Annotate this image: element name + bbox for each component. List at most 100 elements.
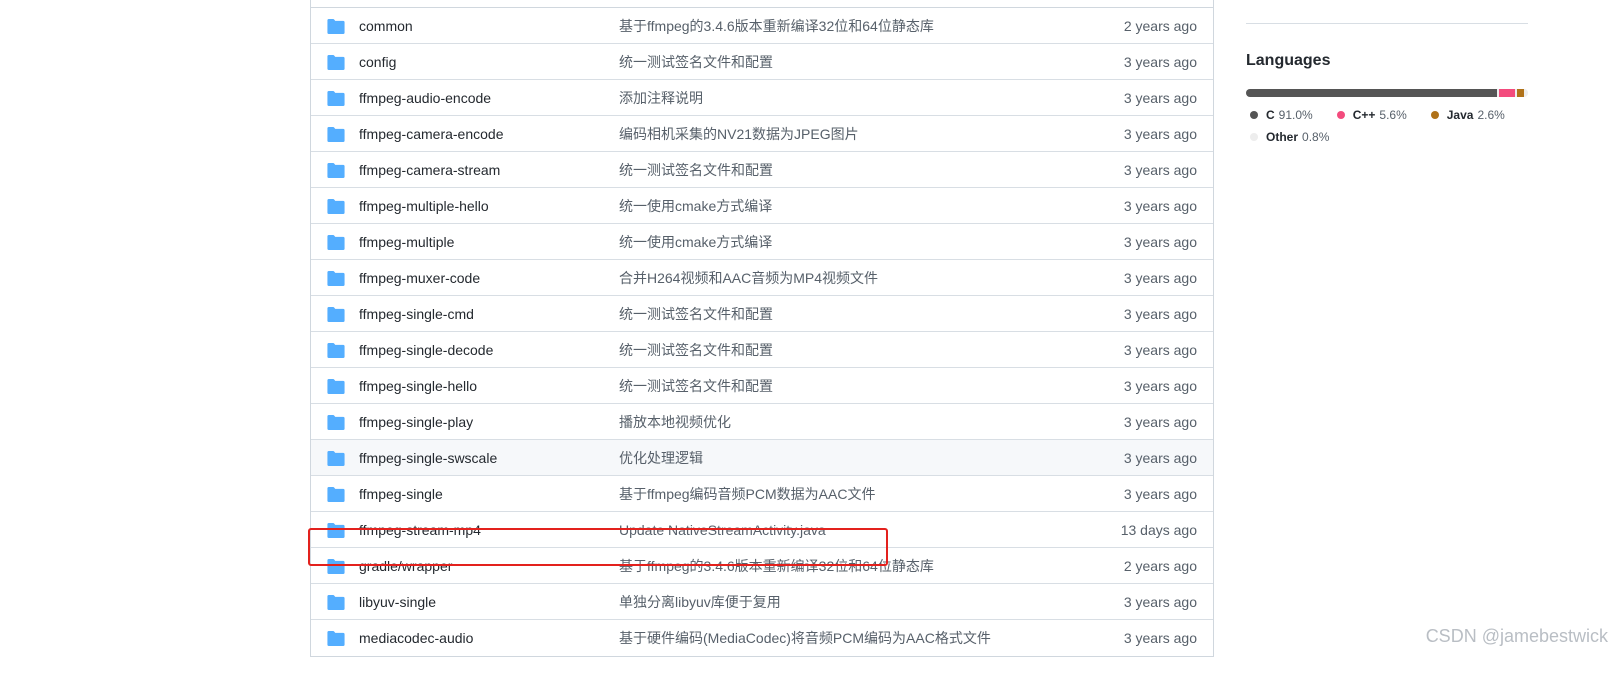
file-name-link[interactable]: ffmpeg-camera-encode [359, 116, 503, 152]
file-row[interactable]: ffmpeg-camera-encode 编码相机采集的NV21数据为JPEG图片… [311, 116, 1213, 152]
language-item[interactable]: Other 0.8% [1246, 126, 1329, 148]
commit-age: 3 years ago [1123, 234, 1197, 250]
file-row[interactable]: config 统一测试签名文件和配置 3 years ago [311, 44, 1213, 80]
file-row[interactable]: ffmpeg-muxer-code 合并H264视频和AAC音频为MP4视频文件 3… [311, 260, 1213, 296]
commit-message-link[interactable]: 基于ffmpeg的3.4.6版本重新编译32位和64位静态库 [619, 548, 934, 584]
commit-message-link[interactable]: 统一测试签名文件和配置 [619, 296, 773, 332]
file-row[interactable]: ffmpeg-single-decode 统一测试签名文件和配置 3 years a… [311, 332, 1213, 368]
commit-age: 3 years ago [1123, 594, 1197, 610]
file-row[interactable]: ffmpeg-camera-stream 统一测试签名文件和配置 3 years a… [311, 152, 1213, 188]
folder-icon [327, 343, 345, 358]
commit-age: 3 years ago [1123, 486, 1197, 502]
language-percent: 0.8% [1302, 130, 1330, 144]
folder-icon [327, 127, 345, 142]
commit-message-link[interactable]: 统一使用cmake方式编译 [619, 188, 772, 224]
commit-age: 13 days ago [1120, 522, 1197, 538]
file-row[interactable]: ffmpeg-multiple 统一使用cmake方式编译 3 years ago [311, 224, 1213, 260]
folder-icon [327, 91, 345, 106]
commit-age: 3 years ago [1123, 270, 1197, 286]
watermark: CSDN @jamebestwick [1425, 626, 1608, 646]
repository-page: common 基于ffmpeg的3.4.6版本重新编译32位和64位静态库 2 ye… [0, 0, 1622, 673]
file-name-link[interactable]: gradle/wrapper [359, 548, 452, 584]
commit-message-link[interactable]: Update NativeStreamActivity.java [619, 512, 826, 548]
file-name-link[interactable]: ffmpeg-multiple-hello [359, 188, 489, 224]
file-name-link[interactable]: ffmpeg-camera-stream [359, 152, 500, 188]
folder-icon [327, 235, 345, 250]
folder-icon [327, 415, 345, 430]
file-name-link[interactable]: common [359, 8, 413, 44]
commit-message-link[interactable]: 统一测试签名文件和配置 [619, 368, 773, 404]
languages-bar [1246, 89, 1528, 97]
folder-icon [327, 55, 345, 70]
file-name-link[interactable]: ffmpeg-audio-encode [359, 80, 491, 116]
file-row[interactable]: ffmpeg-single-swscale 优化处理逻辑 3 years ago [311, 440, 1213, 476]
commit-age: 3 years ago [1123, 306, 1197, 322]
language-item[interactable]: C 91.0% [1246, 104, 1313, 126]
file-name-link[interactable]: ffmpeg-single-decode [359, 332, 493, 368]
language-percent: 91.0% [1278, 108, 1313, 122]
file-row[interactable]: common 基于ffmpeg的3.4.6版本重新编译32位和64位静态库 2 ye… [311, 8, 1213, 44]
language-name: C [1266, 108, 1275, 122]
file-name-link[interactable]: ffmpeg-single-cmd [359, 296, 474, 332]
file-row[interactable]: ffmpeg-single-play 播放本地视频优化 3 years ago [311, 404, 1213, 440]
file-name-link[interactable]: ffmpeg-single-swscale [359, 440, 497, 476]
language-name: C++ [1352, 108, 1376, 122]
commit-message-link[interactable]: 添加注释说明 [619, 80, 703, 116]
language-name: Java [1446, 108, 1474, 122]
commit-age: 2 years ago [1123, 18, 1197, 34]
commit-age: 3 years ago [1123, 414, 1197, 430]
file-row[interactable]: ffmpeg-single 基于ffmpeg编码音频PCM数据为AAC文件 3 ye… [311, 476, 1213, 512]
file-row[interactable]: ffmpeg-single-cmd 统一测试签名文件和配置 3 years ago [311, 296, 1213, 332]
language-dot-icon [1250, 111, 1258, 119]
commit-message-link[interactable]: 基于硬件编码(MediaCodec)将音频PCM编码为AAC格式文件 [619, 620, 991, 656]
file-name-link[interactable]: mediacodec-audio [359, 620, 473, 656]
folder-icon [327, 19, 345, 34]
commit-message-link[interactable]: 编码相机采集的NV21数据为JPEG图片 [619, 116, 859, 152]
file-row[interactable]: mediacodec-audio 基于硬件编码(MediaCodec)将音频PCM… [311, 620, 1213, 656]
folder-icon [327, 559, 345, 574]
file-name-link[interactable]: ffmpeg-single-play [359, 404, 473, 440]
commit-message-link[interactable]: 统一测试签名文件和配置 [619, 44, 773, 80]
commit-message-link[interactable]: 单独分离libyuv库便于复用 [619, 584, 781, 620]
languages-title: Languages [1246, 52, 1331, 69]
commit-age: 3 years ago [1123, 450, 1197, 466]
file-row[interactable]: ffmpeg-multiple-hello 统一使用cmake方式编译 3 year… [311, 188, 1213, 224]
commit-age: 3 years ago [1123, 378, 1197, 394]
file-row[interactable]: ffmpeg-audio-encode 添加注释说明 3 years ago [311, 80, 1213, 116]
commit-message-link[interactable]: 统一测试签名文件和配置 [619, 332, 773, 368]
commit-age: 3 years ago [1123, 198, 1197, 214]
commit-message-link[interactable]: 基于ffmpeg的3.4.6版本重新编译32位和64位静态库 [619, 8, 934, 44]
commit-age: 3 years ago [1123, 342, 1197, 358]
file-row[interactable]: libyuv-single 单独分离libyuv库便于复用 3 years ago [311, 584, 1213, 620]
folder-icon [327, 451, 345, 466]
folder-icon [327, 199, 345, 214]
commit-message-link[interactable]: 合并H264视频和AAC音频为MP4视频文件 [619, 260, 878, 296]
commit-age: 3 years ago [1123, 630, 1197, 646]
language-item[interactable]: Java 2.6% [1427, 104, 1505, 126]
file-name-link[interactable]: ffmpeg-multiple [359, 224, 454, 260]
file-row[interactable]: ffmpeg-stream-mp4 Update NativeStreamActi… [311, 512, 1213, 548]
commit-message-link[interactable]: 优化处理逻辑 [619, 440, 703, 476]
file-list: common 基于ffmpeg的3.4.6版本重新编译32位和64位静态库 2 ye… [310, 0, 1214, 657]
file-name-link[interactable]: libyuv-single [359, 584, 436, 620]
folder-icon [327, 487, 345, 502]
file-row[interactable]: gradle/wrapper 基于ffmpeg的3.4.6版本重新编译32位和64… [311, 548, 1213, 584]
language-bar-segment [1525, 89, 1528, 97]
language-name: Other [1266, 130, 1299, 144]
commit-age: 2 years ago [1123, 558, 1197, 574]
file-name-link[interactable]: ffmpeg-stream-mp4 [359, 512, 481, 548]
commit-message-link[interactable]: 基于ffmpeg编码音频PCM数据为AAC文件 [619, 476, 875, 512]
language-bar-segment [1516, 89, 1524, 97]
file-name-link[interactable]: ffmpeg-muxer-code [359, 260, 480, 296]
commit-message-link[interactable]: 统一使用cmake方式编译 [619, 224, 772, 260]
file-row[interactable]: ffmpeg-single-hello 统一测试签名文件和配置 3 years ag… [311, 368, 1213, 404]
file-name-link[interactable]: config [359, 44, 396, 80]
file-name-link[interactable]: ffmpeg-single-hello [359, 368, 477, 404]
file-name-link[interactable]: ffmpeg-single [359, 476, 443, 512]
folder-icon [327, 523, 345, 538]
language-bar-segment [1246, 89, 1498, 97]
commit-message-link[interactable]: 统一测试签名文件和配置 [619, 152, 773, 188]
folder-icon [327, 379, 345, 394]
commit-message-link[interactable]: 播放本地视频优化 [619, 404, 731, 440]
language-item[interactable]: C++ 5.6% [1333, 104, 1407, 126]
